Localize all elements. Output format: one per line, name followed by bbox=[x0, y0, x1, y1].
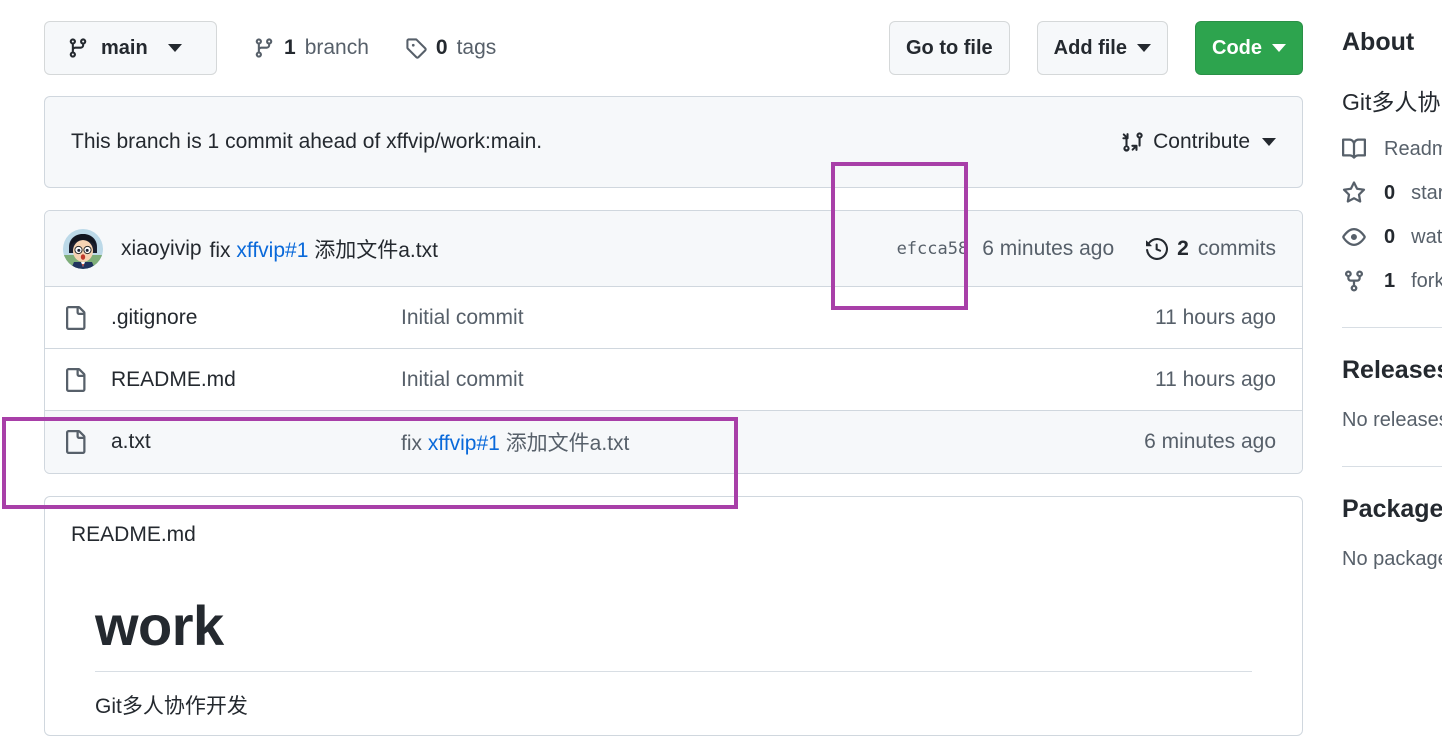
sidebar-item-watching[interactable]: 0 watching bbox=[1342, 225, 1442, 249]
star-icon bbox=[1342, 181, 1368, 205]
go-to-file-label: Go to file bbox=[905, 37, 993, 59]
file-name[interactable]: .gitignore bbox=[111, 306, 401, 330]
book-icon bbox=[1342, 137, 1368, 161]
file-icon bbox=[63, 305, 89, 330]
file-message-prefix: Initial commit bbox=[401, 305, 524, 329]
readme-content: work Git多人协作开发 bbox=[71, 595, 1276, 720]
branch-status-text: This branch is 1 commit ahead of xffvip/… bbox=[71, 130, 543, 153]
about-sidebar: About Git多人协 Readme 0 stars 0 watching bbox=[1342, 0, 1442, 571]
code-label: Code bbox=[1212, 37, 1262, 59]
file-time: 11 hours ago bbox=[1154, 305, 1276, 329]
branches-label: branch bbox=[304, 36, 369, 59]
file-time: 11 hours ago bbox=[1154, 367, 1276, 391]
branch-selector-button[interactable]: main bbox=[44, 21, 217, 75]
file-name[interactable]: README.md bbox=[111, 368, 401, 392]
readme-paragraph: Git多人协作开发 bbox=[95, 694, 248, 718]
chevron-down-icon bbox=[167, 44, 182, 52]
sidebar-item-count: 0 bbox=[1384, 181, 1396, 204]
chevron-down-icon bbox=[1262, 138, 1276, 146]
tags-link[interactable]: 0 tags bbox=[405, 36, 496, 60]
sidebar-item-stars[interactable]: 0 stars bbox=[1342, 181, 1442, 205]
add-file-label: Add file bbox=[1053, 37, 1127, 59]
contribute-button[interactable]: Contribute bbox=[1121, 130, 1276, 154]
branch-icon bbox=[253, 37, 275, 59]
eye-icon bbox=[1342, 225, 1368, 249]
file-message-prefix: fix bbox=[401, 432, 422, 455]
releases-heading: Releases bbox=[1342, 356, 1442, 384]
file-commit-message: Initial commit bbox=[401, 368, 1155, 392]
sidebar-item-label: forks bbox=[1411, 269, 1442, 292]
commit-message-prefix: fix bbox=[209, 238, 231, 262]
history-icon bbox=[1146, 237, 1169, 260]
file-commit-message: Initial commit bbox=[401, 306, 1155, 330]
latest-commit-row: xiaoyivip fix xffvip#1 添加文件a.txt efcca58… bbox=[45, 211, 1302, 287]
branch-icon bbox=[67, 37, 89, 59]
commit-message-suffix: 添加文件a.txt bbox=[314, 238, 438, 262]
sidebar-item-readme[interactable]: Readme bbox=[1342, 137, 1442, 161]
commits-label: commits bbox=[1197, 236, 1276, 260]
sidebar-item-label: Readme bbox=[1384, 137, 1442, 160]
commit-hash[interactable]: efcca58 bbox=[897, 239, 969, 259]
contribute-label: Contribute bbox=[1153, 130, 1250, 153]
file-icon bbox=[63, 430, 89, 454]
tags-label: tags bbox=[456, 36, 497, 59]
main-column: main 1 branch 0 tags Go to file Add file… bbox=[44, 0, 1303, 736]
branch-status-banner: This branch is 1 commit ahead of xffvip/… bbox=[44, 96, 1303, 188]
packages-heading: Packages bbox=[1342, 495, 1442, 523]
sidebar-item-label: watching bbox=[1411, 225, 1442, 248]
sidebar-divider bbox=[1342, 327, 1442, 328]
sidebar-divider bbox=[1342, 466, 1442, 467]
sidebar-item-label: stars bbox=[1411, 181, 1442, 204]
add-file-button[interactable]: Add file bbox=[1036, 21, 1168, 75]
tag-icon bbox=[405, 37, 427, 59]
sidebar-item-count: 1 bbox=[1384, 269, 1396, 292]
readme-panel: README.md work Git多人协作开发 bbox=[44, 496, 1303, 736]
releases-empty-text: No releases bbox=[1342, 409, 1442, 431]
file-message-link[interactable]: xffvip#1 bbox=[428, 432, 500, 455]
chevron-down-icon bbox=[1272, 44, 1286, 52]
branch-selector-label: main bbox=[101, 37, 148, 59]
fork-icon bbox=[1342, 269, 1368, 293]
table-row[interactable]: README.md Initial commit 11 hours ago bbox=[45, 349, 1302, 411]
chevron-down-icon bbox=[1137, 44, 1151, 52]
go-to-file-button[interactable]: Go to file bbox=[888, 21, 1010, 75]
file-message-prefix: Initial commit bbox=[401, 367, 524, 391]
sidebar-item-forks[interactable]: 1 forks bbox=[1342, 269, 1442, 293]
commits-count-link[interactable]: 2 commits bbox=[1146, 237, 1276, 261]
commit-date: 6 minutes ago bbox=[982, 236, 1115, 260]
packages-empty-text: No packages bbox=[1342, 548, 1442, 570]
avatar[interactable] bbox=[63, 228, 103, 269]
file-commit-message: fix xffvip#1 添加文件a.txt bbox=[401, 427, 1144, 457]
repo-description: Git多人协 bbox=[1342, 89, 1441, 115]
commit-author[interactable]: xiaoyivip bbox=[121, 237, 202, 261]
table-row[interactable]: a.txt fix xffvip#1 添加文件a.txt 6 minutes a… bbox=[45, 411, 1302, 473]
commits-count: 2 bbox=[1177, 236, 1189, 260]
table-row[interactable]: .gitignore Initial commit 11 hours ago bbox=[45, 287, 1302, 349]
file-icon bbox=[63, 367, 89, 392]
repository-page: main 1 branch 0 tags Go to file Add file… bbox=[0, 0, 1442, 756]
readme-filename[interactable]: README.md bbox=[71, 523, 1276, 547]
code-button[interactable]: Code bbox=[1195, 21, 1303, 75]
file-table: xiaoyivip fix xffvip#1 添加文件a.txt efcca58… bbox=[44, 210, 1303, 474]
file-message-suffix: 添加文件a.txt bbox=[505, 432, 630, 455]
sidebar-item-count: 0 bbox=[1384, 225, 1396, 248]
repo-toolbar: main 1 branch 0 tags Go to file Add file… bbox=[44, 0, 1303, 96]
commit-message: fix xffvip#1 添加文件a.txt bbox=[210, 234, 438, 264]
branches-count: 1 bbox=[284, 36, 296, 59]
about-heading: About bbox=[1342, 28, 1415, 56]
branches-link[interactable]: 1 branch bbox=[253, 36, 369, 60]
file-name[interactable]: a.txt bbox=[111, 430, 401, 454]
file-time: 6 minutes ago bbox=[1144, 430, 1276, 453]
pull-request-icon bbox=[1121, 131, 1143, 153]
readme-heading: work bbox=[95, 595, 1252, 672]
commit-message-link[interactable]: xffvip#1 bbox=[236, 239, 308, 262]
tags-count: 0 bbox=[435, 36, 448, 59]
